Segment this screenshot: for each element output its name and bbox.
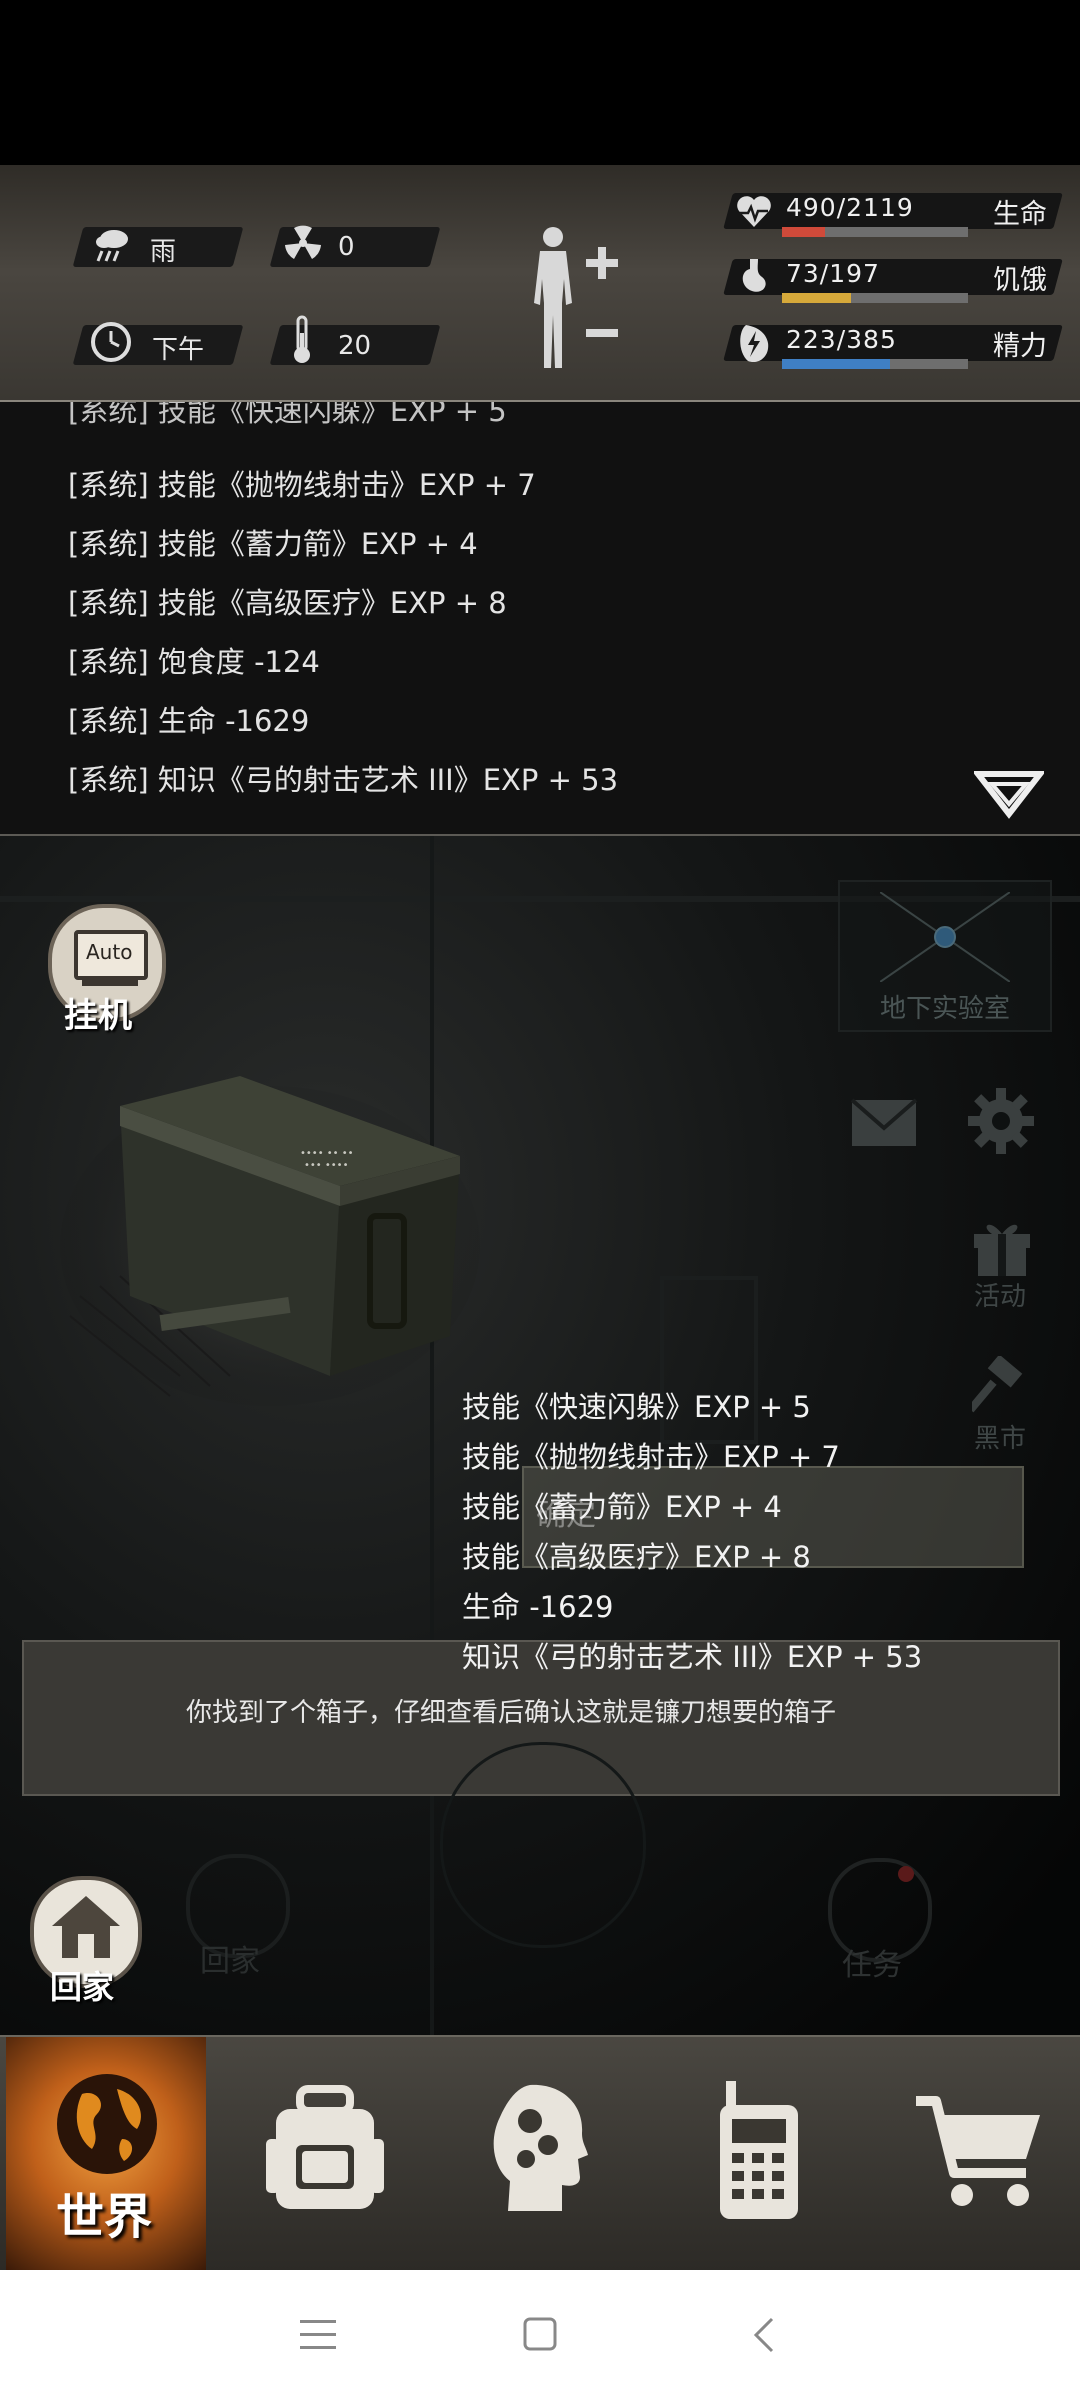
- svg-text:••• ••••: ••• ••••: [304, 1160, 348, 1171]
- health-bar: [782, 227, 968, 237]
- computer-icon: Auto: [74, 930, 148, 980]
- log-line: [系统] 技能《高级医疗》EXP + 8: [68, 586, 507, 620]
- log-line: [系统] 技能《快速闪躲》EXP + 5: [68, 402, 507, 428]
- radiation-icon: [285, 225, 321, 259]
- lab-map-icon: [880, 892, 1010, 982]
- temperature-value: 20: [338, 331, 372, 361]
- float-line: 生命 -1629: [462, 1590, 614, 1624]
- health-value: 490/2119: [786, 193, 914, 222]
- shop-cart-icon[interactable]: [914, 2095, 1044, 2211]
- clock-icon: [91, 322, 131, 362]
- home-ghost-label: 回家: [200, 1944, 260, 1979]
- bottom-nav: 世界: [0, 2035, 1080, 2272]
- hunger-bar: [782, 293, 968, 303]
- gift-icon[interactable]: [970, 1218, 1034, 1278]
- status-panel: 雨 0 下午 20 490/2119 生命 73/197 饥饿 223/385 …: [0, 165, 1080, 402]
- task-label: 任务: [842, 1948, 902, 1983]
- system-navigation-bar: [0, 2270, 1080, 2400]
- home-nav-icon[interactable]: [522, 2316, 558, 2352]
- tab-world[interactable]: 世界: [6, 2037, 206, 2270]
- stomach-icon: [742, 259, 766, 292]
- black-market-label: 黑市: [974, 1424, 1027, 1454]
- radar-ghost: [440, 1742, 646, 1948]
- world-label: 世界: [56, 2189, 153, 2245]
- float-line: 技能《高级医疗》EXP + 8: [462, 1540, 811, 1574]
- log-line: [系统] 技能《蓄力箭》EXP + 4: [68, 527, 478, 561]
- energy-icon: [740, 325, 769, 363]
- mail-icon[interactable]: [850, 1098, 918, 1148]
- auto-text: Auto: [86, 940, 133, 964]
- message-text: 你找到了个箱子，仔细查看后确认这就是镰刀想要的箱子: [186, 1698, 837, 1728]
- radio-icon[interactable]: [716, 2081, 802, 2221]
- task-notification-dot: [898, 1866, 914, 1882]
- body-status-icon[interactable]: [520, 223, 630, 373]
- weather-text: 雨: [150, 237, 177, 267]
- log-line: [系统] 知识《弓的射击艺术 III》EXP + 53: [68, 763, 619, 797]
- computer-base: [82, 980, 138, 986]
- energy-bar: [782, 359, 968, 369]
- home-icon: [52, 1896, 120, 1958]
- skills-head-icon[interactable]: [490, 2081, 590, 2217]
- float-line: 知识《弓的射击艺术 III》EXP + 53: [462, 1640, 923, 1674]
- lab-label: 地下实验室: [880, 994, 1011, 1024]
- hunger-value: 73/197: [786, 259, 880, 288]
- underground-lab-button[interactable]: 地下实验室: [838, 880, 1052, 1032]
- rain-icon: [96, 230, 128, 262]
- back-icon[interactable]: [752, 2316, 776, 2354]
- gavel-icon[interactable]: [972, 1356, 1034, 1416]
- energy-value: 223/385: [786, 325, 897, 354]
- expand-log-icon[interactable]: [974, 770, 1044, 820]
- energy-label: 精力: [993, 331, 1047, 362]
- menu-icon[interactable]: [300, 2318, 336, 2352]
- bg-pole: [430, 836, 434, 2036]
- log-line: [系统] 饱食度 -124: [68, 645, 320, 679]
- float-line: 技能《抛物线射击》EXP + 7: [462, 1440, 840, 1474]
- gear-icon[interactable]: [966, 1086, 1036, 1156]
- heart-icon: [737, 196, 771, 227]
- log-line: [系统] 技能《抛物线射击》EXP + 7: [68, 468, 536, 502]
- globe-icon: [57, 2074, 157, 2174]
- ammo-box-image: •••• •• ••••• ••••: [60, 1076, 480, 1406]
- auto-caption: 挂机: [64, 996, 132, 1036]
- scene-view: Auto 挂机 地下实验室 活动 黑市 •••• •• •• ••• •••• …: [0, 836, 1080, 2036]
- log-line: [系统] 生命 -1629: [68, 704, 310, 738]
- float-line: 技能《快速闪躲》EXP + 5: [462, 1390, 811, 1424]
- hunger-label: 饥饿: [993, 265, 1047, 296]
- float-line: 技能《蓄力箭》EXP + 4: [462, 1490, 782, 1524]
- home-label: 回家: [50, 1968, 115, 2006]
- thermometer-icon: [294, 315, 310, 363]
- event-label: 活动: [974, 1282, 1027, 1312]
- svg-text:•••• •• ••: •••• •• ••: [300, 1148, 354, 1159]
- health-bar-fill: [782, 227, 825, 237]
- health-label: 生命: [993, 199, 1047, 230]
- hunger-bar-fill: [782, 293, 851, 303]
- energy-bar-fill: [782, 359, 890, 369]
- message-log[interactable]: [系统] 技能《快速闪躲》EXP + 5 [系统] 技能《抛物线射击》EXP +…: [0, 402, 1080, 836]
- time-of-day: 下午: [152, 335, 205, 365]
- radiation-value: 0: [338, 232, 355, 262]
- backpack-icon[interactable]: [266, 2085, 384, 2215]
